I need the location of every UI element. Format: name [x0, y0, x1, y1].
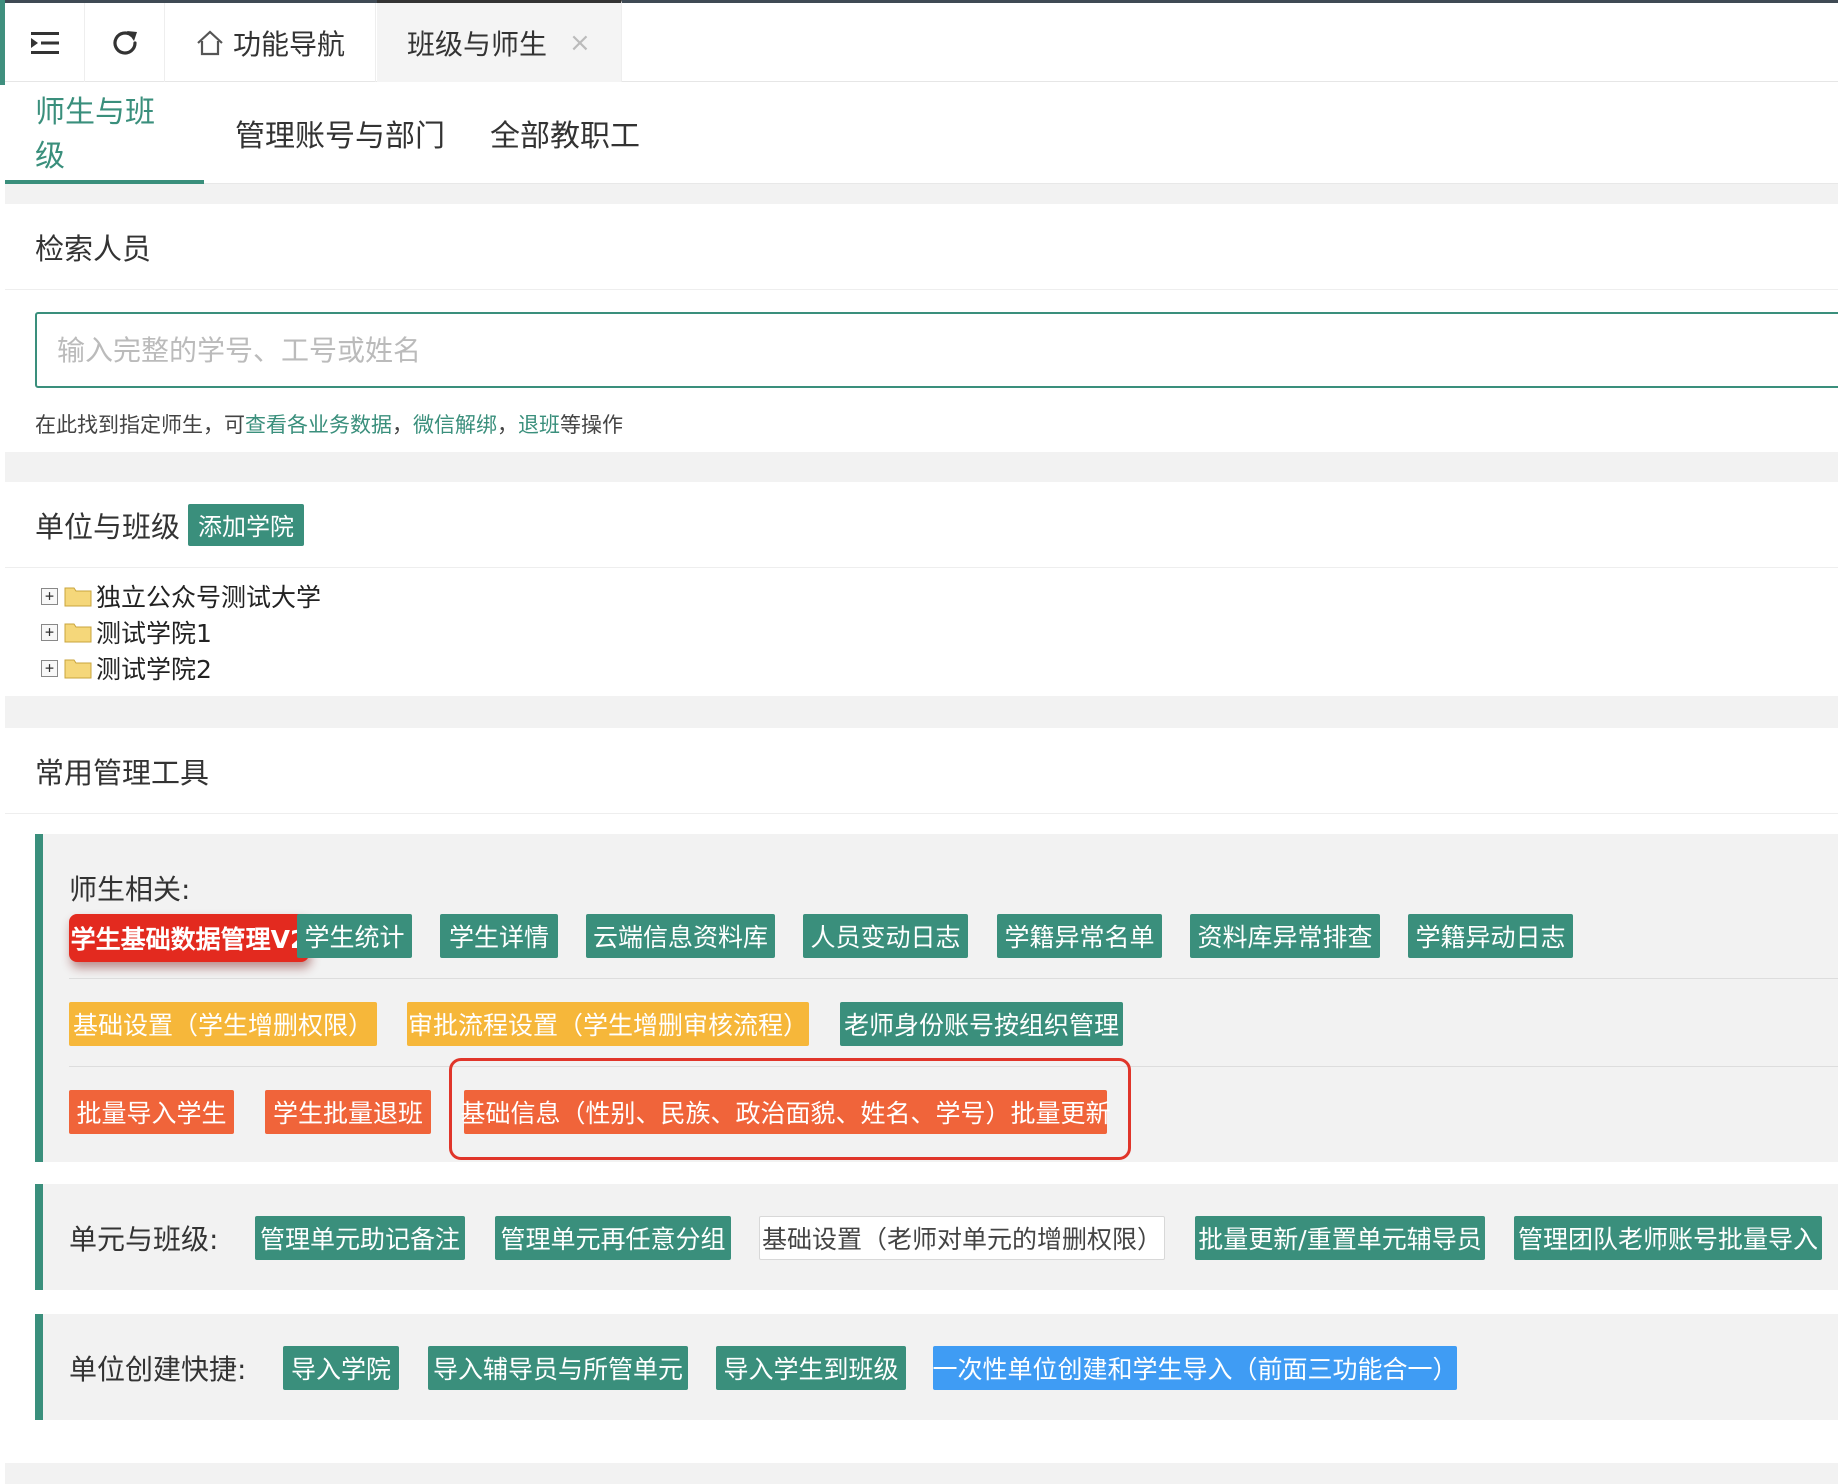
menu-collapse-icon[interactable]	[5, 3, 85, 82]
search-hint: 在此找到指定师生，可查看各业务数据，微信解绑，退班等操作	[35, 409, 623, 439]
unit-regroup-button[interactable]: 管理单元再任意分组	[495, 1216, 731, 1260]
library-abnormal-check-button[interactable]: 资料库异常排查	[1190, 914, 1380, 958]
expand-icon[interactable]: +	[41, 659, 58, 677]
group-title-unit-create: 单位创建快捷:	[69, 1353, 247, 1386]
tab-people-and-classes[interactable]: 师生与班级	[5, 82, 204, 184]
tab-all-staff[interactable]: 全部教职工	[490, 82, 640, 184]
tree-node-label: 测试学院2	[96, 655, 212, 684]
page-content: 师生与班级 管理账号与部门 全部教职工 检索人员 在此找到指定师生，可查看各业务…	[5, 82, 1838, 1484]
basic-settings-student-permission-button[interactable]: 基础设置（学生增删权限）	[69, 1002, 377, 1046]
team-teacher-import-button[interactable]: 管理团队老师账号批量导入	[1514, 1216, 1822, 1260]
top-tab-bar: 功能导航 班级与师生 ×	[0, 0, 1838, 85]
tree-node[interactable]: + 测试学院1	[41, 614, 321, 650]
tools-title: 常用管理工具	[5, 728, 1838, 814]
org-card: 单位与班级 添加学院 + 独立公众号测试大学 + 测试学院1 + 测试学院2	[5, 482, 1838, 696]
sub-nav: 师生与班级 管理账号与部门 全部教职工	[5, 82, 1838, 184]
refresh-icon[interactable]	[85, 3, 165, 82]
batch-reset-counselor-button[interactable]: 批量更新/重置单元辅导员	[1195, 1216, 1485, 1260]
tools-card: 常用管理工具 师生相关: 学生基础数据管理V2 学生统计 学生详情 云端信息资料…	[5, 728, 1838, 1463]
folder-icon	[64, 659, 92, 679]
import-counselor-button[interactable]: 导入辅导员与所管单元	[428, 1346, 688, 1390]
leave-class-link[interactable]: 退班	[518, 413, 560, 437]
tab-function-nav-label: 功能导航	[233, 27, 346, 61]
student-stats-button[interactable]: 学生统计	[297, 914, 412, 958]
tree-node[interactable]: + 独立公众号测试大学	[41, 578, 321, 614]
org-tree: + 独立公众号测试大学 + 测试学院1 + 测试学院2	[41, 578, 321, 686]
group-unit-create: 单位创建快捷: 导入学院 导入辅导员与所管单元 导入学生到班级 一次性单位创建和…	[35, 1314, 1838, 1420]
unit-memo-button[interactable]: 管理单元助记备注	[255, 1216, 465, 1260]
tree-node[interactable]: + 测试学院2	[41, 650, 321, 686]
search-card: 检索人员 在此找到指定师生，可查看各业务数据，微信解绑，退班等操作	[5, 204, 1838, 452]
row-divider	[69, 978, 1838, 979]
student-detail-button[interactable]: 学生详情	[440, 914, 558, 958]
import-student-to-class-button[interactable]: 导入学生到班级	[716, 1346, 906, 1390]
teacher-account-org-button[interactable]: 老师身份账号按组织管理	[840, 1002, 1123, 1046]
batch-leave-class-button[interactable]: 学生批量退班	[265, 1090, 431, 1134]
view-business-data-link[interactable]: 查看各业务数据	[245, 413, 392, 437]
import-college-button[interactable]: 导入学院	[283, 1346, 399, 1390]
status-abnormal-list-button[interactable]: 学籍异常名单	[997, 914, 1162, 958]
group-teacher-student: 师生相关: 学生基础数据管理V2 学生统计 学生详情 云端信息资料库 人员变动日…	[35, 834, 1838, 1162]
student-base-data-v2-button[interactable]: 学生基础数据管理V2	[69, 914, 309, 962]
group-unit-class: 单元与班级: 管理单元助记备注 管理单元再任意分组 基础设置（老师对单元的增删权…	[35, 1184, 1838, 1290]
approval-flow-settings-button[interactable]: 审批流程设置（学生增删审核流程）	[407, 1002, 809, 1046]
hint-prefix: 在此找到指定师生，可	[35, 413, 245, 437]
add-college-button[interactable]: 添加学院	[188, 503, 305, 546]
hint-suffix: 等操作	[560, 413, 623, 437]
batch-import-students-button[interactable]: 批量导入学生	[69, 1090, 234, 1134]
cloud-info-library-button[interactable]: 云端信息资料库	[586, 914, 775, 958]
org-title: 单位与班级	[35, 509, 181, 544]
tab-class-and-people-label: 班级与师生	[407, 27, 548, 61]
expand-icon[interactable]: +	[41, 623, 58, 641]
tab-function-nav[interactable]: 功能导航	[165, 3, 377, 82]
tree-node-label: 独立公众号测试大学	[96, 583, 322, 612]
tree-node-label: 测试学院1	[96, 619, 212, 648]
folder-icon	[64, 623, 92, 643]
org-title-row: 单位与班级 添加学院	[5, 482, 1838, 568]
hint-sep: ，	[392, 413, 413, 437]
tab-class-and-people[interactable]: 班级与师生 ×	[377, 0, 622, 82]
hint-sep: ，	[497, 413, 518, 437]
group-title-teacher-student: 师生相关:	[69, 873, 191, 906]
expand-icon[interactable]: +	[41, 587, 58, 605]
tab-admin-accounts[interactable]: 管理账号与部门	[235, 82, 445, 184]
highlight-annotation	[449, 1058, 1131, 1160]
group-title-unit-class: 单元与班级:	[69, 1223, 219, 1256]
close-icon[interactable]: ×	[569, 28, 591, 58]
wechat-unbind-link[interactable]: 微信解绑	[413, 413, 497, 437]
home-icon	[197, 30, 223, 55]
status-change-log-button[interactable]: 学籍异动日志	[1408, 914, 1573, 958]
personnel-change-log-button[interactable]: 人员变动日志	[803, 914, 968, 958]
folder-icon	[64, 587, 92, 607]
search-input[interactable]	[35, 312, 1838, 388]
search-title: 检索人员	[5, 204, 1838, 290]
one-shot-create-import-button[interactable]: 一次性单位创建和学生导入（前面三功能合一）	[933, 1346, 1458, 1390]
unit-permission-settings-button[interactable]: 基础设置（老师对单元的增删权限）	[759, 1216, 1165, 1260]
